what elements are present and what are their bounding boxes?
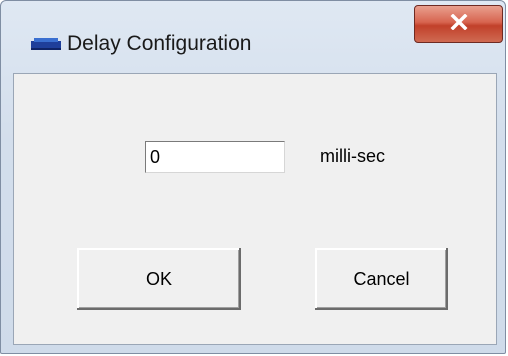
delay-input[interactable] <box>145 141 285 173</box>
close-icon <box>450 13 468 35</box>
close-button[interactable] <box>414 5 503 43</box>
dialog-client-area: milli-sec OK Cancel <box>13 73 497 345</box>
window-title: Delay Configuration <box>67 32 252 55</box>
unit-label: milli-sec <box>320 146 385 166</box>
ok-button[interactable]: OK <box>77 248 241 310</box>
title-bar[interactable]: Delay Configuration <box>1 1 505 73</box>
dialog-window: Delay Configuration milli-sec OK Cancel <box>0 0 506 354</box>
app-icon <box>31 37 61 50</box>
cancel-button[interactable]: Cancel <box>315 248 448 310</box>
